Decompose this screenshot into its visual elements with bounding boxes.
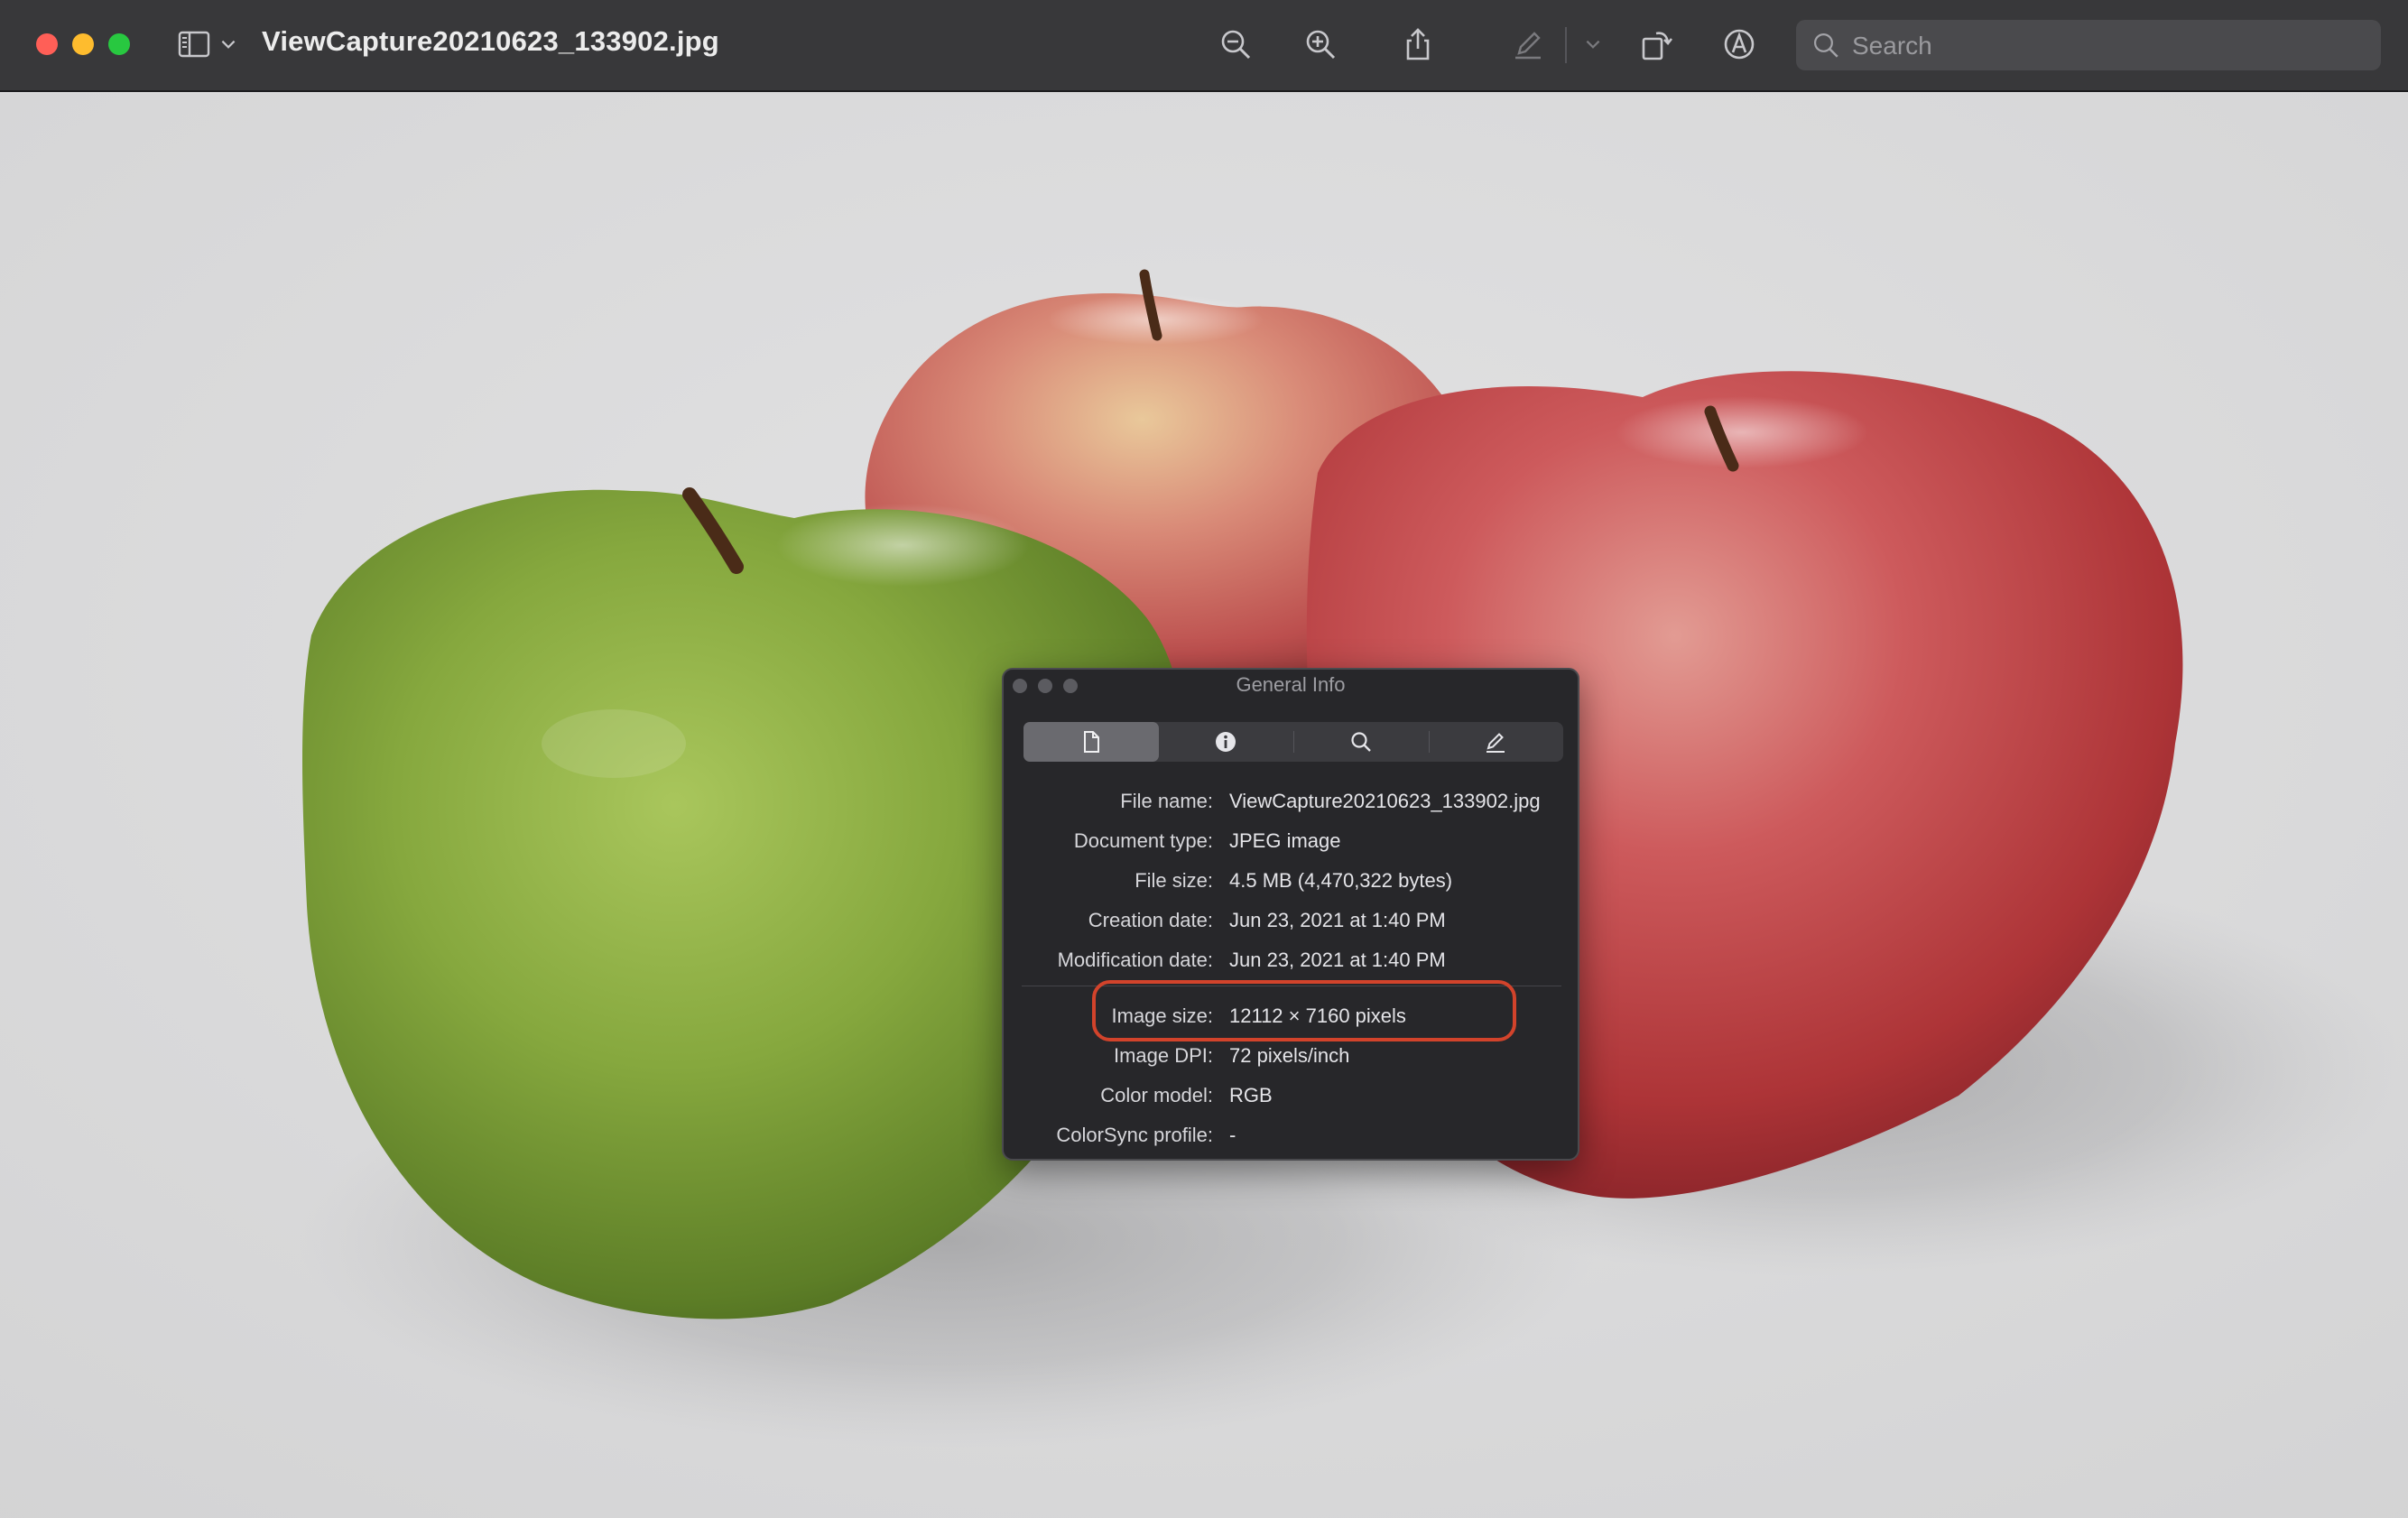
preview-window: ViewCapture20210623_133902.jpg Search Ge…: [0, 0, 2408, 1518]
tab-general-info[interactable]: [1023, 722, 1159, 762]
info-row-color-model: Color model: RGB: [1004, 1076, 1578, 1115]
info-value: JPEG image: [1229, 829, 1341, 852]
info-row-file-name: File name: ViewCapture20210623_133902.jp…: [1004, 782, 1578, 821]
info-value: 4.5 MB (4,470,322 bytes): [1229, 869, 1453, 892]
pen-icon: [1515, 32, 1541, 60]
info-label: File size:: [1135, 869, 1213, 892]
tab-annotations[interactable]: [1428, 722, 1564, 762]
info-value: RGB: [1229, 1084, 1273, 1106]
sidebar-menu-button[interactable]: [215, 22, 242, 67]
panel-title: General Info: [1236, 673, 1346, 696]
toolbar-separator: [1565, 27, 1567, 63]
document-title: ViewCapture20210623_133902.jpg: [262, 25, 719, 57]
minimize-window-button[interactable]: [72, 33, 94, 55]
rotate-icon: [1642, 32, 1673, 60]
image-size-highlight-annotation: [1092, 980, 1516, 1041]
fullscreen-window-button[interactable]: [108, 33, 130, 55]
info-label: Creation date:: [1088, 909, 1213, 931]
zoom-out-button[interactable]: [1213, 22, 1258, 67]
title-bar: ViewCapture20210623_133902.jpg: [0, 0, 2408, 92]
info-value: ViewCapture20210623_133902.jpg: [1229, 790, 1541, 812]
info-row-image-dpi: Image DPI: 72 pixels/inch: [1004, 1036, 1578, 1076]
search-field[interactable]: [1796, 20, 2381, 72]
markup-icon: [1724, 29, 1755, 60]
info-label: ColorSync profile:: [1056, 1124, 1213, 1146]
tab-search[interactable]: [1293, 722, 1429, 762]
share-button[interactable]: [1395, 22, 1440, 67]
info-value: 72 pixels/inch: [1229, 1044, 1350, 1067]
info-value: Jun 23, 2021 at 1:40 PM: [1229, 949, 1446, 971]
highlight-button[interactable]: [1505, 22, 1551, 67]
rotate-button[interactable]: [1634, 22, 1679, 67]
markup-button[interactable]: [1717, 22, 1762, 67]
info-row-creation-date: Creation date: Jun 23, 2021 at 1:40 PM: [1004, 901, 1578, 940]
general-info-panel: General Info File name: ViewCapture20210…: [1002, 668, 1579, 1161]
search-input[interactable]: [1850, 20, 2368, 72]
search-icon: [1351, 732, 1371, 752]
tab-more-info[interactable]: [1159, 722, 1294, 762]
search-icon: [1813, 32, 1838, 58]
sidebar-toggle-button[interactable]: [171, 22, 217, 67]
info-label: Color model:: [1100, 1084, 1213, 1106]
chevron-down-icon: [221, 40, 236, 49]
pen-icon: [1486, 733, 1505, 753]
zoom-in-icon: [1306, 30, 1336, 60]
info-icon: [1216, 732, 1236, 752]
info-row-colorsync-profile: ColorSync profile: -: [1004, 1115, 1578, 1155]
info-label: Document type:: [1073, 829, 1213, 852]
document-icon: [1083, 731, 1099, 753]
apple-highlight: [1616, 396, 1868, 468]
close-window-button[interactable]: [36, 33, 58, 55]
zoom-out-icon: [1221, 30, 1251, 60]
apple-highlight: [776, 504, 1029, 587]
info-label: File name:: [1120, 790, 1213, 812]
info-value: -: [1229, 1124, 1236, 1146]
info-row-file-size: File size: 4.5 MB (4,470,322 bytes): [1004, 861, 1578, 901]
sidebar-icon: [178, 31, 210, 58]
info-row-document-type: Document type: JPEG image: [1004, 821, 1578, 861]
highlight-menu-button[interactable]: [1579, 22, 1607, 67]
info-label: Image DPI:: [1113, 1044, 1213, 1067]
apple-highlight: [542, 709, 686, 778]
info-value: Jun 23, 2021 at 1:40 PM: [1229, 909, 1446, 931]
info-label: Modification date:: [1057, 949, 1213, 971]
chevron-down-icon: [1586, 40, 1600, 49]
zoom-in-button[interactable]: [1298, 22, 1343, 67]
inspector-tabs: [1023, 722, 1563, 762]
share-icon: [1406, 28, 1430, 60]
info-row-modification-date: Modification date: Jun 23, 2021 at 1:40 …: [1004, 940, 1578, 980]
